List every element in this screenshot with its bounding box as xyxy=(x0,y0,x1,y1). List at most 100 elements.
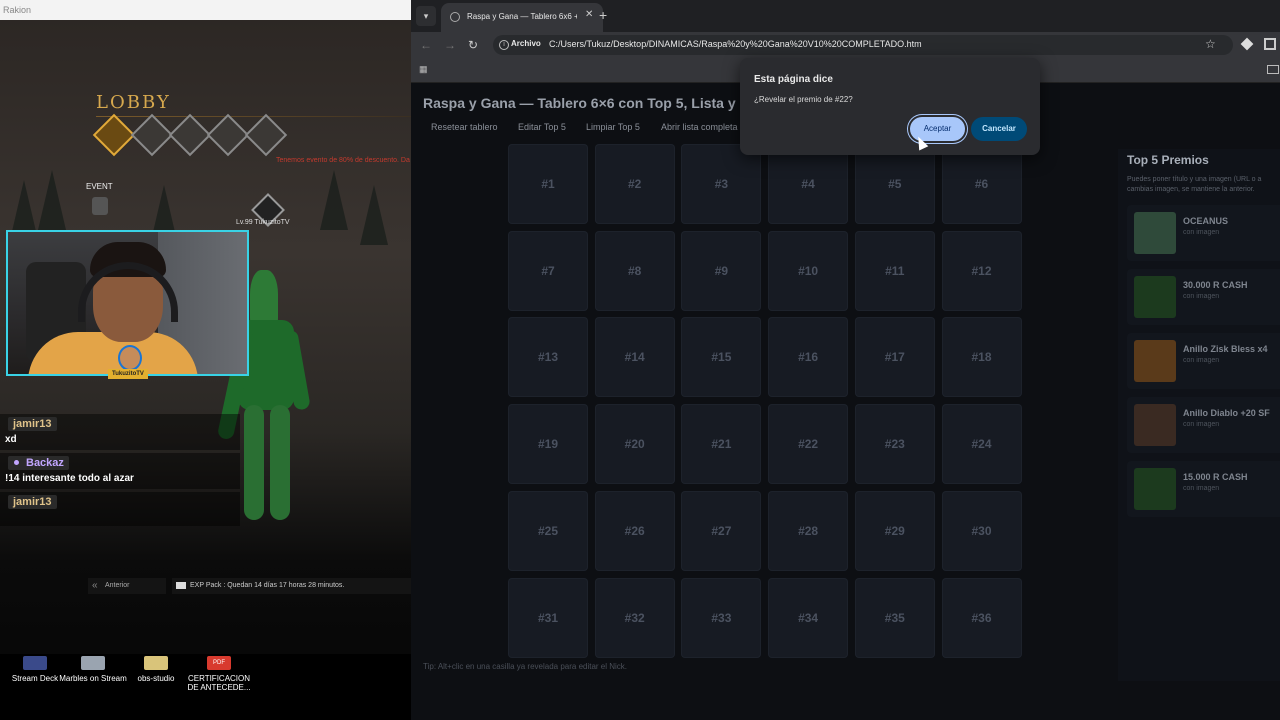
prize-image xyxy=(1134,468,1176,510)
board-cell[interactable]: #9 xyxy=(681,230,762,311)
lobby-mode-icon[interactable] xyxy=(92,113,136,157)
game-stream-area: Rakion LOBBY Tenemos evento de 80% de de… xyxy=(0,0,411,720)
desktop-icon-obs[interactable]: obs-studio xyxy=(121,654,191,683)
board-cell[interactable]: #13 xyxy=(508,317,588,398)
address-bar[interactable]: i Archivo C:/Users/Tukuz/Desktop/DINAMIC… xyxy=(493,35,1233,55)
chat-username: jamir13 xyxy=(8,417,57,431)
board-cell[interactable]: #12 xyxy=(941,230,1022,311)
cancel-button[interactable]: Cancelar xyxy=(971,117,1027,141)
folder-icon[interactable] xyxy=(1267,65,1279,74)
previous-button-label: Anterior xyxy=(105,582,130,589)
board-cell[interactable]: #16 xyxy=(768,317,849,398)
prize-subtitle: con imagen xyxy=(1183,229,1220,236)
board-cell[interactable]: #23 xyxy=(854,404,935,485)
desktop-icon-certificacion[interactable]: PDF CERTIFICACION DE ANTECEDE... xyxy=(184,654,254,692)
reload-icon[interactable]: ↻ xyxy=(464,36,482,54)
address-scheme-chip[interactable]: Archivo xyxy=(511,39,541,48)
board-cell[interactable]: #15 xyxy=(681,317,762,398)
board-cell[interactable]: #28 xyxy=(768,490,849,571)
prize-item[interactable]: Anillo Diablo +20 SF con imagen xyxy=(1127,397,1280,453)
board-cell[interactable]: #20 xyxy=(594,404,675,485)
board-cell[interactable]: #29 xyxy=(854,490,935,571)
board-cell[interactable]: #21 xyxy=(681,404,762,485)
board-cell[interactable]: #7 xyxy=(508,230,588,311)
prize-item[interactable]: 30.000 R CASH con imagen xyxy=(1127,269,1280,325)
open-full-list-button[interactable]: Abrir lista completa xyxy=(661,122,738,132)
board-cell[interactable]: #26 xyxy=(594,490,675,571)
chat-message: Backaz !14 interesante todo al azar xyxy=(0,453,240,489)
board-cell[interactable]: #3 xyxy=(681,144,762,224)
prize-name: 30.000 R CASH xyxy=(1183,280,1248,290)
event-icon[interactable] xyxy=(92,197,108,215)
browser-toolbar: ← → ↻ i Archivo C:/Users/Tukuz/Desktop/D… xyxy=(411,32,1280,58)
browser-window: ▾ Raspa y Gana — Tablero 6x6 + ✕ + ← → ↻… xyxy=(411,0,1280,720)
chat-icon xyxy=(176,581,186,589)
prize-item[interactable]: Anillo Zisk Bless x4 con imagen xyxy=(1127,333,1280,389)
board-cell[interactable]: #27 xyxy=(681,490,762,571)
apps-grid-icon[interactable]: ▦ xyxy=(419,64,430,75)
board-cell[interactable]: #14 xyxy=(594,317,675,398)
board-cell[interactable]: #17 xyxy=(854,317,935,398)
board-cell[interactable]: #10 xyxy=(768,230,849,311)
info-icon[interactable]: i xyxy=(499,40,509,50)
extension-icon[interactable] xyxy=(1240,37,1254,51)
close-icon[interactable]: ✕ xyxy=(585,9,593,20)
board-cell[interactable]: #18 xyxy=(941,317,1022,398)
previous-button[interactable]: « Anterior xyxy=(88,578,166,594)
lobby-mode-icon[interactable] xyxy=(130,113,174,157)
stream-deck-icon xyxy=(23,656,47,670)
back-arrow-icon[interactable]: ← xyxy=(417,36,435,54)
board-cell[interactable]: #31 xyxy=(508,577,588,658)
puzzle-icon[interactable] xyxy=(1264,38,1276,50)
chevrons-left-icon: « xyxy=(92,580,98,591)
board-cell[interactable]: #2 xyxy=(594,144,675,224)
desktop-icon-marbles[interactable]: Marbles on Stream xyxy=(58,654,128,683)
prize-subtitle: con imagen xyxy=(1183,357,1220,364)
board-cell[interactable]: #6 xyxy=(941,144,1022,224)
event-badge[interactable]: EVENT xyxy=(86,182,113,191)
prize-item[interactable]: 15.000 R CASH con imagen xyxy=(1127,461,1280,517)
event-discount-text: Tenemos evento de 80% de descuento. Da xyxy=(276,157,410,164)
board-cell[interactable]: #32 xyxy=(594,577,675,658)
board-cell[interactable]: #33 xyxy=(681,577,762,658)
globe-icon xyxy=(450,12,460,22)
board-cell[interactable]: #22 xyxy=(768,404,849,485)
marbles-icon xyxy=(81,656,105,670)
reset-board-button[interactable]: Resetear tablero xyxy=(431,122,498,132)
board-cell[interactable]: #11 xyxy=(854,230,935,311)
board-cell[interactable]: #36 xyxy=(941,577,1022,658)
board-cell[interactable]: #25 xyxy=(508,490,588,571)
chat-message: jamir13 xd xyxy=(0,414,240,450)
board-cell[interactable]: #34 xyxy=(768,577,849,658)
top5-title: Top 5 Premios xyxy=(1127,153,1209,167)
board-cell[interactable]: #35 xyxy=(854,577,935,658)
address-url[interactable]: C:/Users/Tukuz/Desktop/DINAMICAS/Raspa%2… xyxy=(549,39,922,49)
lobby-mode-icon[interactable] xyxy=(244,113,288,157)
board-cell[interactable]: #8 xyxy=(594,230,675,311)
dialog-message: ¿Revelar el premio de #22? xyxy=(754,95,853,104)
folder-icon xyxy=(144,656,168,670)
lobby-mode-icon[interactable] xyxy=(206,113,250,157)
board-cell[interactable]: #1 xyxy=(508,144,588,224)
tab-search-button[interactable]: ▾ xyxy=(416,6,436,26)
edit-top5-button[interactable]: Editar Top 5 xyxy=(518,122,566,132)
board-cell[interactable]: #4 xyxy=(768,144,849,224)
forward-arrow-icon[interactable]: → xyxy=(441,36,459,54)
page-title: Raspa y Gana — Tablero 6×6 con Top 5, Li… xyxy=(423,95,762,111)
board-cell[interactable]: #30 xyxy=(941,490,1022,571)
prize-item[interactable]: OCEANUS con imagen xyxy=(1127,205,1280,261)
browser-tab[interactable]: Raspa y Gana — Tablero 6x6 + ✕ xyxy=(441,3,603,32)
new-tab-button[interactable]: + xyxy=(599,7,607,23)
board-cell[interactable]: #5 xyxy=(854,144,935,224)
board-cell[interactable]: #19 xyxy=(508,404,588,485)
board-cell[interactable]: #24 xyxy=(941,404,1022,485)
bookmark-star-icon[interactable]: ☆ xyxy=(1205,37,1216,51)
clear-top5-button[interactable]: Limpiar Top 5 xyxy=(586,122,640,132)
chat-username: jamir13 xyxy=(8,495,57,509)
prize-subtitle: con imagen xyxy=(1183,293,1220,300)
lobby-mode-icon[interactable] xyxy=(168,113,212,157)
lobby-title: LOBBY xyxy=(96,92,171,113)
prize-name: OCEANUS xyxy=(1183,216,1229,226)
page-content: Raspa y Gana — Tablero 6×6 con Top 5, Li… xyxy=(411,83,1280,720)
game-window-title: Rakion xyxy=(0,0,411,20)
